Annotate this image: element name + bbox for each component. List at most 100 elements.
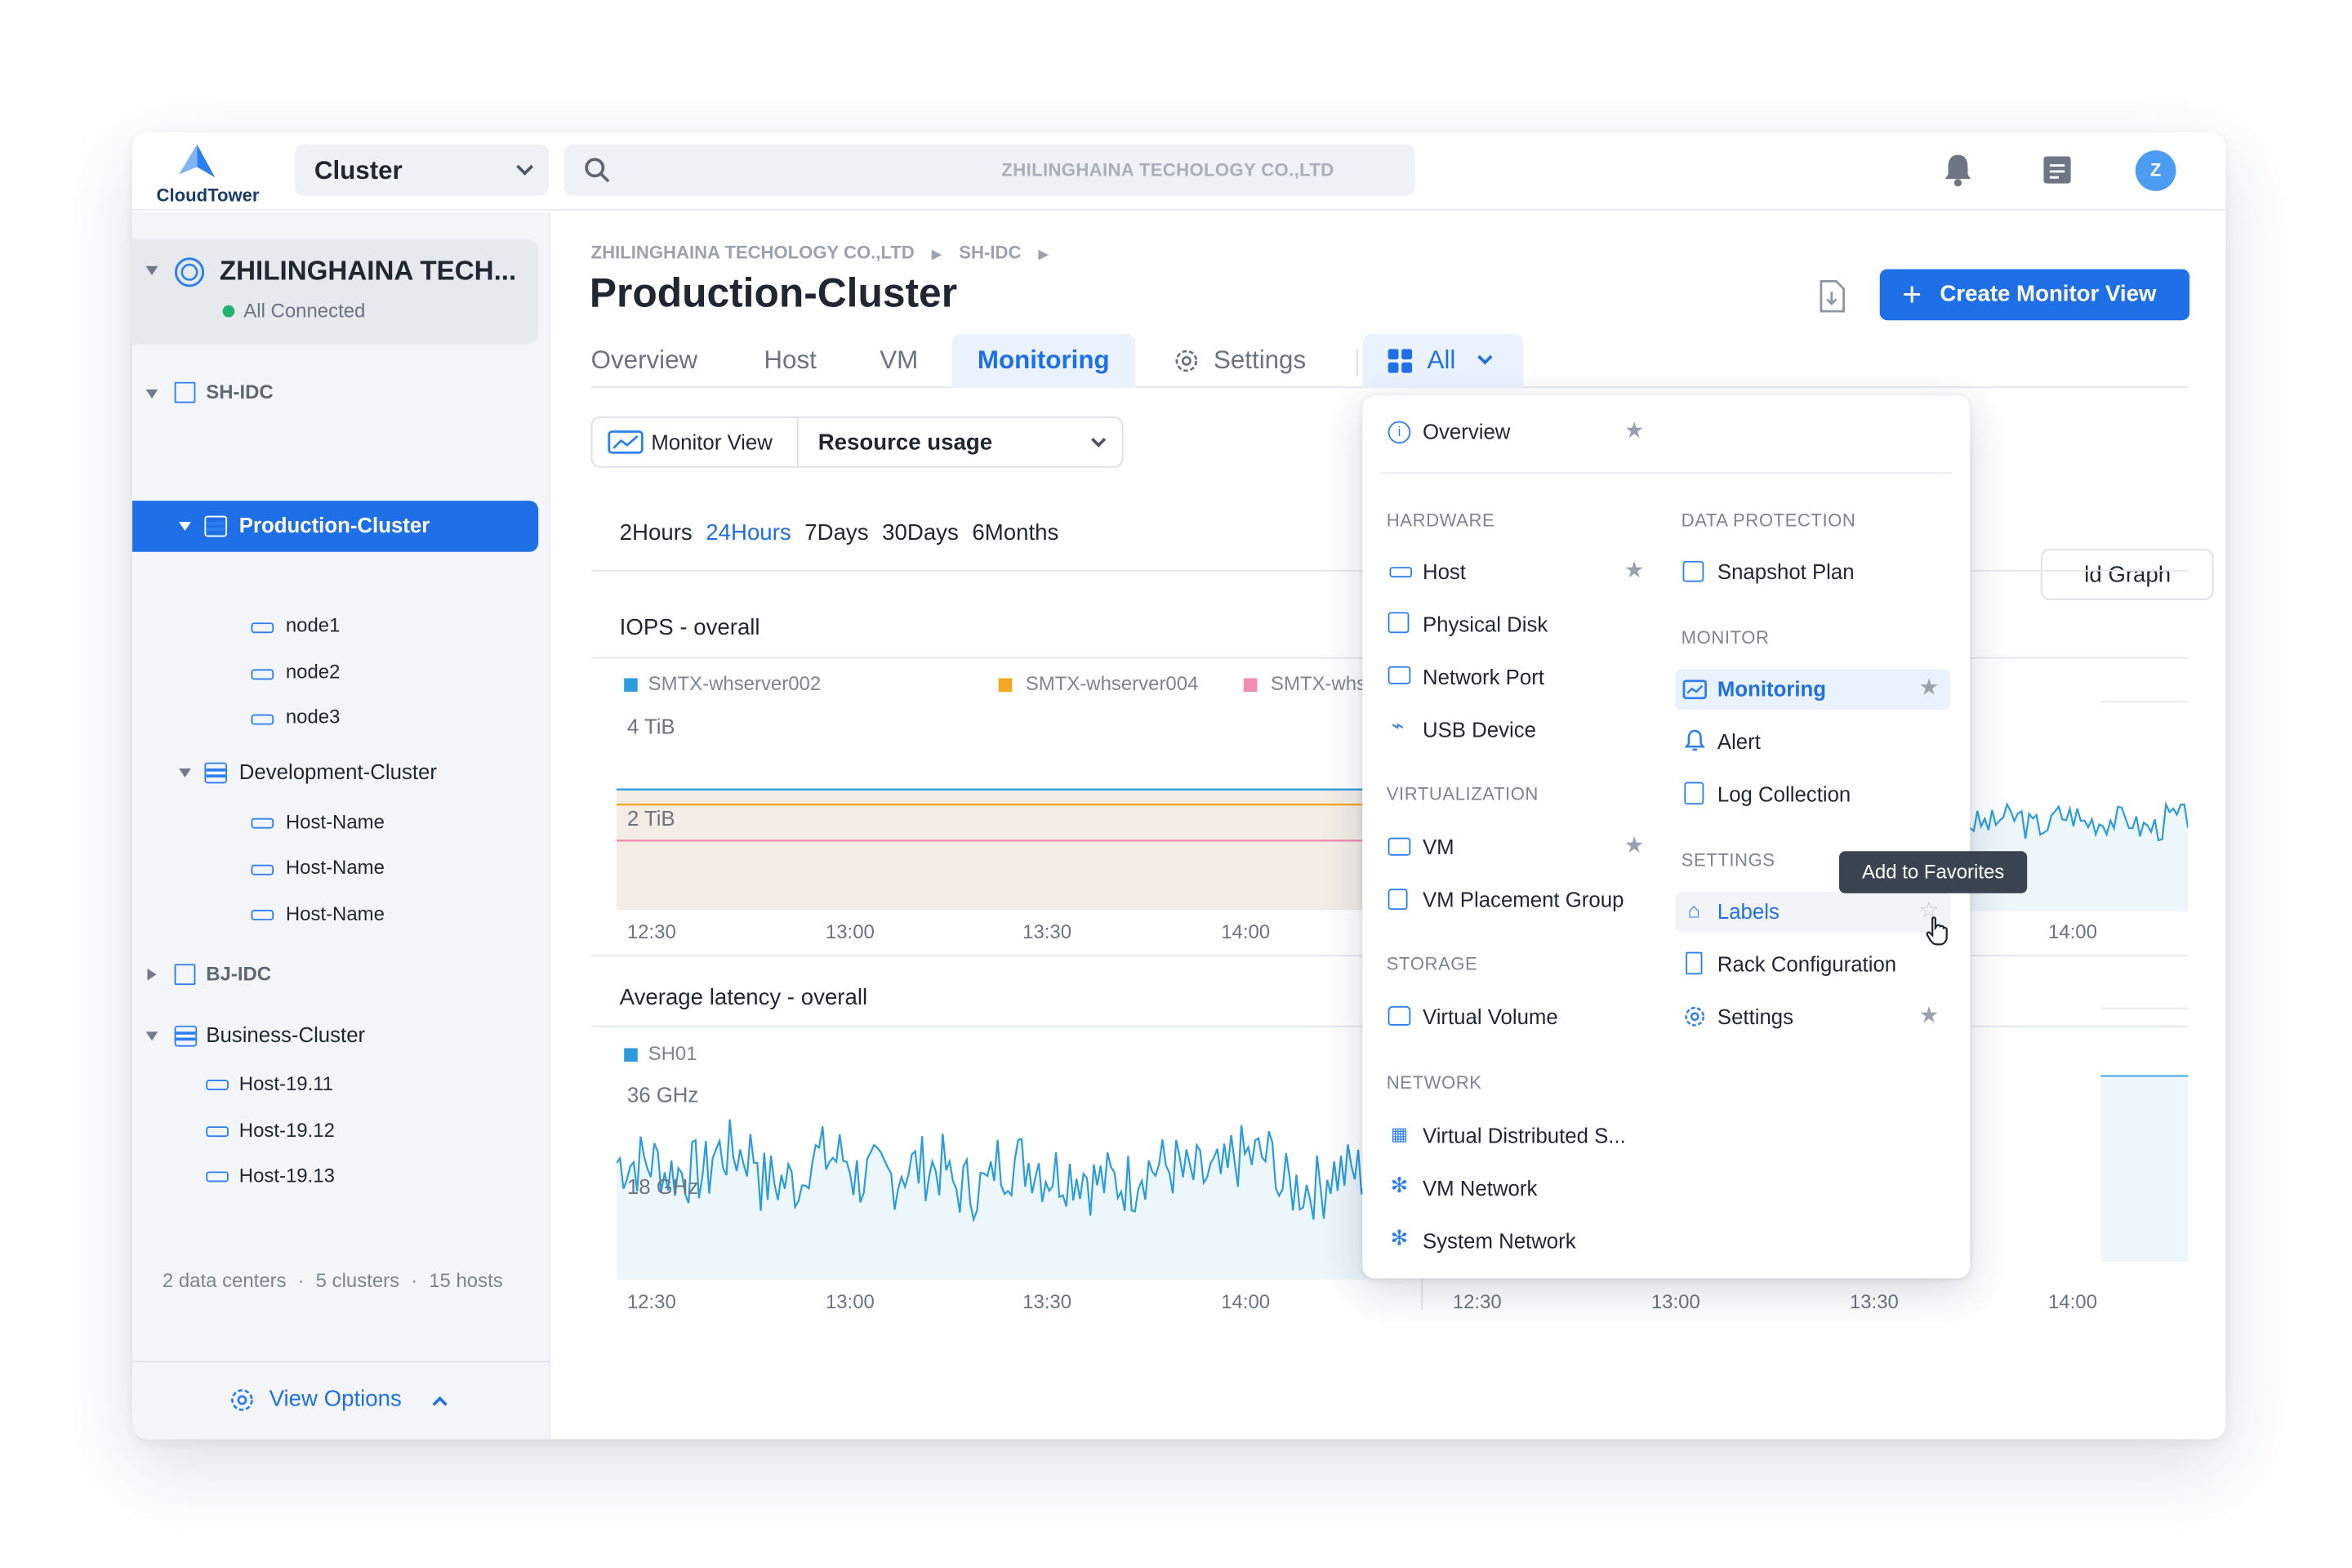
menu-item-usb-device[interactable]: USB Device xyxy=(1423,717,1536,741)
menu-item-monitoring[interactable]: Monitoring xyxy=(1717,677,1826,701)
menu-item-alert[interactable]: Alert xyxy=(1717,729,1761,753)
legend-swatch xyxy=(624,678,638,693)
sidebar-datacenter-sh-idc[interactable]: SH-IDC xyxy=(206,381,273,403)
legend-swatch xyxy=(624,1048,638,1062)
menu-item-snapshot-plan[interactable]: Snapshot Plan xyxy=(1717,559,1855,583)
monitor-view-select[interactable]: Monitor View Resource usage xyxy=(590,416,1124,468)
collapse-cluster-icon[interactable] xyxy=(145,1031,158,1041)
create-monitor-view-button[interactable]: + Create Monitor View xyxy=(1879,269,2190,321)
favorite-star-icon[interactable]: ★ xyxy=(1624,831,1645,858)
menu-item-virtual-volume[interactable]: Virtual Volume xyxy=(1423,1004,1558,1028)
expand-sh-idc-icon[interactable] xyxy=(145,389,158,399)
menu-item-physical-disk[interactable]: Physical Disk xyxy=(1423,612,1548,635)
vm-network-icon: ✻ xyxy=(1390,1173,1409,1197)
sidebar-host-node1[interactable]: node1 xyxy=(286,613,341,636)
time-range-2h[interactable]: 2Hours xyxy=(620,520,693,546)
y-tick-label: 4 TiB xyxy=(626,714,675,739)
menu-item-labels[interactable]: Labels xyxy=(1717,899,1780,923)
sidebar-host-item[interactable]: Host-Name xyxy=(286,902,385,925)
menu-item-vm-network[interactable]: VM Network xyxy=(1423,1176,1537,1200)
section-virtualization: VIRTUALIZATION xyxy=(1386,783,1539,805)
monitor-chart-icon xyxy=(608,430,644,454)
section-monitor: MONITOR xyxy=(1681,626,1770,648)
monitoring-icon xyxy=(1682,679,1707,700)
iops-chart xyxy=(616,788,1369,911)
cloudtower-logo[interactable]: CloudTower xyxy=(155,141,291,206)
placement-group-icon xyxy=(1388,889,1408,911)
sidebar-host-node3[interactable]: node3 xyxy=(286,706,341,728)
sidebar-datacenter-bj-idc[interactable]: BJ-IDC xyxy=(206,962,271,985)
sidebar-host-item[interactable]: Host-Name xyxy=(286,811,385,834)
expand-bj-idc-icon[interactable] xyxy=(147,968,157,981)
menu-item-vm-placement-group[interactable]: VM Placement Group xyxy=(1423,887,1624,911)
tab-monitoring[interactable]: Monitoring xyxy=(951,333,1135,389)
breadcrumb-datacenter[interactable]: SH-IDC xyxy=(959,242,1021,263)
menu-item-overview[interactable]: Overview xyxy=(1423,420,1510,443)
tab-overview[interactable]: Overview xyxy=(591,334,697,388)
collapse-cluster-icon[interactable] xyxy=(179,768,191,778)
organization-card[interactable]: ZHILINGHAINA TECH... All Connected xyxy=(132,238,539,345)
tab-settings[interactable]: Settings xyxy=(1214,334,1306,388)
breadcrumb-org[interactable]: ZHILINGHAINA TECHOLOGY CO.,LTD xyxy=(591,242,915,263)
sidebar-cluster-business[interactable]: Business-Cluster xyxy=(206,1022,365,1046)
x-tick-label: 13:30 xyxy=(1022,920,1072,943)
menu-item-system-network[interactable]: System Network xyxy=(1423,1228,1576,1252)
menu-item-virtual-distributed-switch[interactable]: Virtual Distributed S... xyxy=(1423,1124,1626,1147)
menu-item-log-collection[interactable]: Log Collection xyxy=(1717,782,1851,806)
section-data-protection: DATA PROTECTION xyxy=(1681,510,1856,532)
x-tick-label: 13:00 xyxy=(1650,1290,1700,1313)
tab-vm[interactable]: VM xyxy=(880,334,918,388)
menu-item-network-port[interactable]: Network Port xyxy=(1423,665,1544,688)
sidebar-host-node2[interactable]: node2 xyxy=(286,660,341,683)
sidebar-host-item[interactable]: Host-Name xyxy=(286,856,385,879)
section-network: NETWORK xyxy=(1386,1071,1482,1094)
logo-icon xyxy=(179,144,216,178)
sidebar-host-item[interactable]: Host-19.12 xyxy=(239,1119,335,1142)
user-avatar[interactable]: Z xyxy=(2135,150,2176,191)
time-range-24h[interactable]: 24Hours xyxy=(706,520,791,546)
time-range-30d[interactable]: 30Days xyxy=(882,520,959,546)
tab-all[interactable]: All xyxy=(1362,333,1524,389)
add-to-favorites-tooltip: Add to Favorites xyxy=(1839,851,2028,893)
legend-label: SMTX-whserver002 xyxy=(648,672,822,695)
legend-label: SMTX-whserver004 xyxy=(1025,672,1199,695)
tab-bar: Overview Host VM Monitoring Settings All xyxy=(590,333,2189,389)
scope-select[interactable]: Cluster xyxy=(294,144,550,196)
favorite-star-icon[interactable]: ★ xyxy=(1624,556,1645,583)
select-divider xyxy=(796,417,799,466)
divider xyxy=(1380,472,1953,474)
x-tick-label: 14:00 xyxy=(2047,1290,2097,1313)
view-options-button[interactable]: View Options xyxy=(132,1361,550,1439)
collapse-icon[interactable] xyxy=(145,265,158,275)
sidebar-cluster-production[interactable]: Production-Cluster xyxy=(132,501,539,552)
task-list-icon[interactable] xyxy=(2041,154,2074,187)
time-range-6m[interactable]: 6Months xyxy=(972,520,1058,546)
disk-icon xyxy=(1388,612,1410,634)
collapse-cluster-icon[interactable] xyxy=(179,521,191,532)
favorite-star-icon[interactable]: ★ xyxy=(1624,416,1645,443)
system-network-icon: ✻ xyxy=(1390,1225,1409,1250)
time-range-7d[interactable]: 7Days xyxy=(804,520,868,546)
sidebar-cluster-development[interactable]: Development-Cluster xyxy=(239,760,437,783)
menu-item-rack-configuration[interactable]: Rack Configuration xyxy=(1717,952,1896,976)
sidebar-host-item[interactable]: Host-19.11 xyxy=(239,1072,333,1095)
favorite-star-icon[interactable]: ★ xyxy=(1919,674,1940,701)
menu-item-host[interactable]: Host xyxy=(1423,559,1466,583)
x-tick-label: 14:00 xyxy=(1221,1290,1271,1313)
bell-icon[interactable] xyxy=(1941,152,1975,188)
hand-cursor-icon xyxy=(1926,916,1948,946)
alert-bell-icon xyxy=(1684,729,1705,751)
favorite-star-icon[interactable]: ★ xyxy=(1919,1001,1940,1028)
tab-host[interactable]: Host xyxy=(764,334,816,388)
sidebar-host-item[interactable]: Host-19.13 xyxy=(239,1164,335,1187)
x-tick-label: 12:30 xyxy=(1452,1290,1502,1313)
menu-item-settings[interactable]: Settings xyxy=(1717,1004,1793,1028)
tab-all-label: All xyxy=(1427,345,1456,375)
x-tick-label: 13:30 xyxy=(1022,1290,1072,1313)
menu-item-vm[interactable]: VM xyxy=(1423,835,1454,858)
grid-icon xyxy=(1388,349,1413,373)
network-port-icon xyxy=(1388,666,1411,684)
export-icon[interactable] xyxy=(1816,279,1846,314)
host-icon xyxy=(251,910,274,920)
add-graph-button[interactable]: ld Graph xyxy=(2040,549,2214,600)
